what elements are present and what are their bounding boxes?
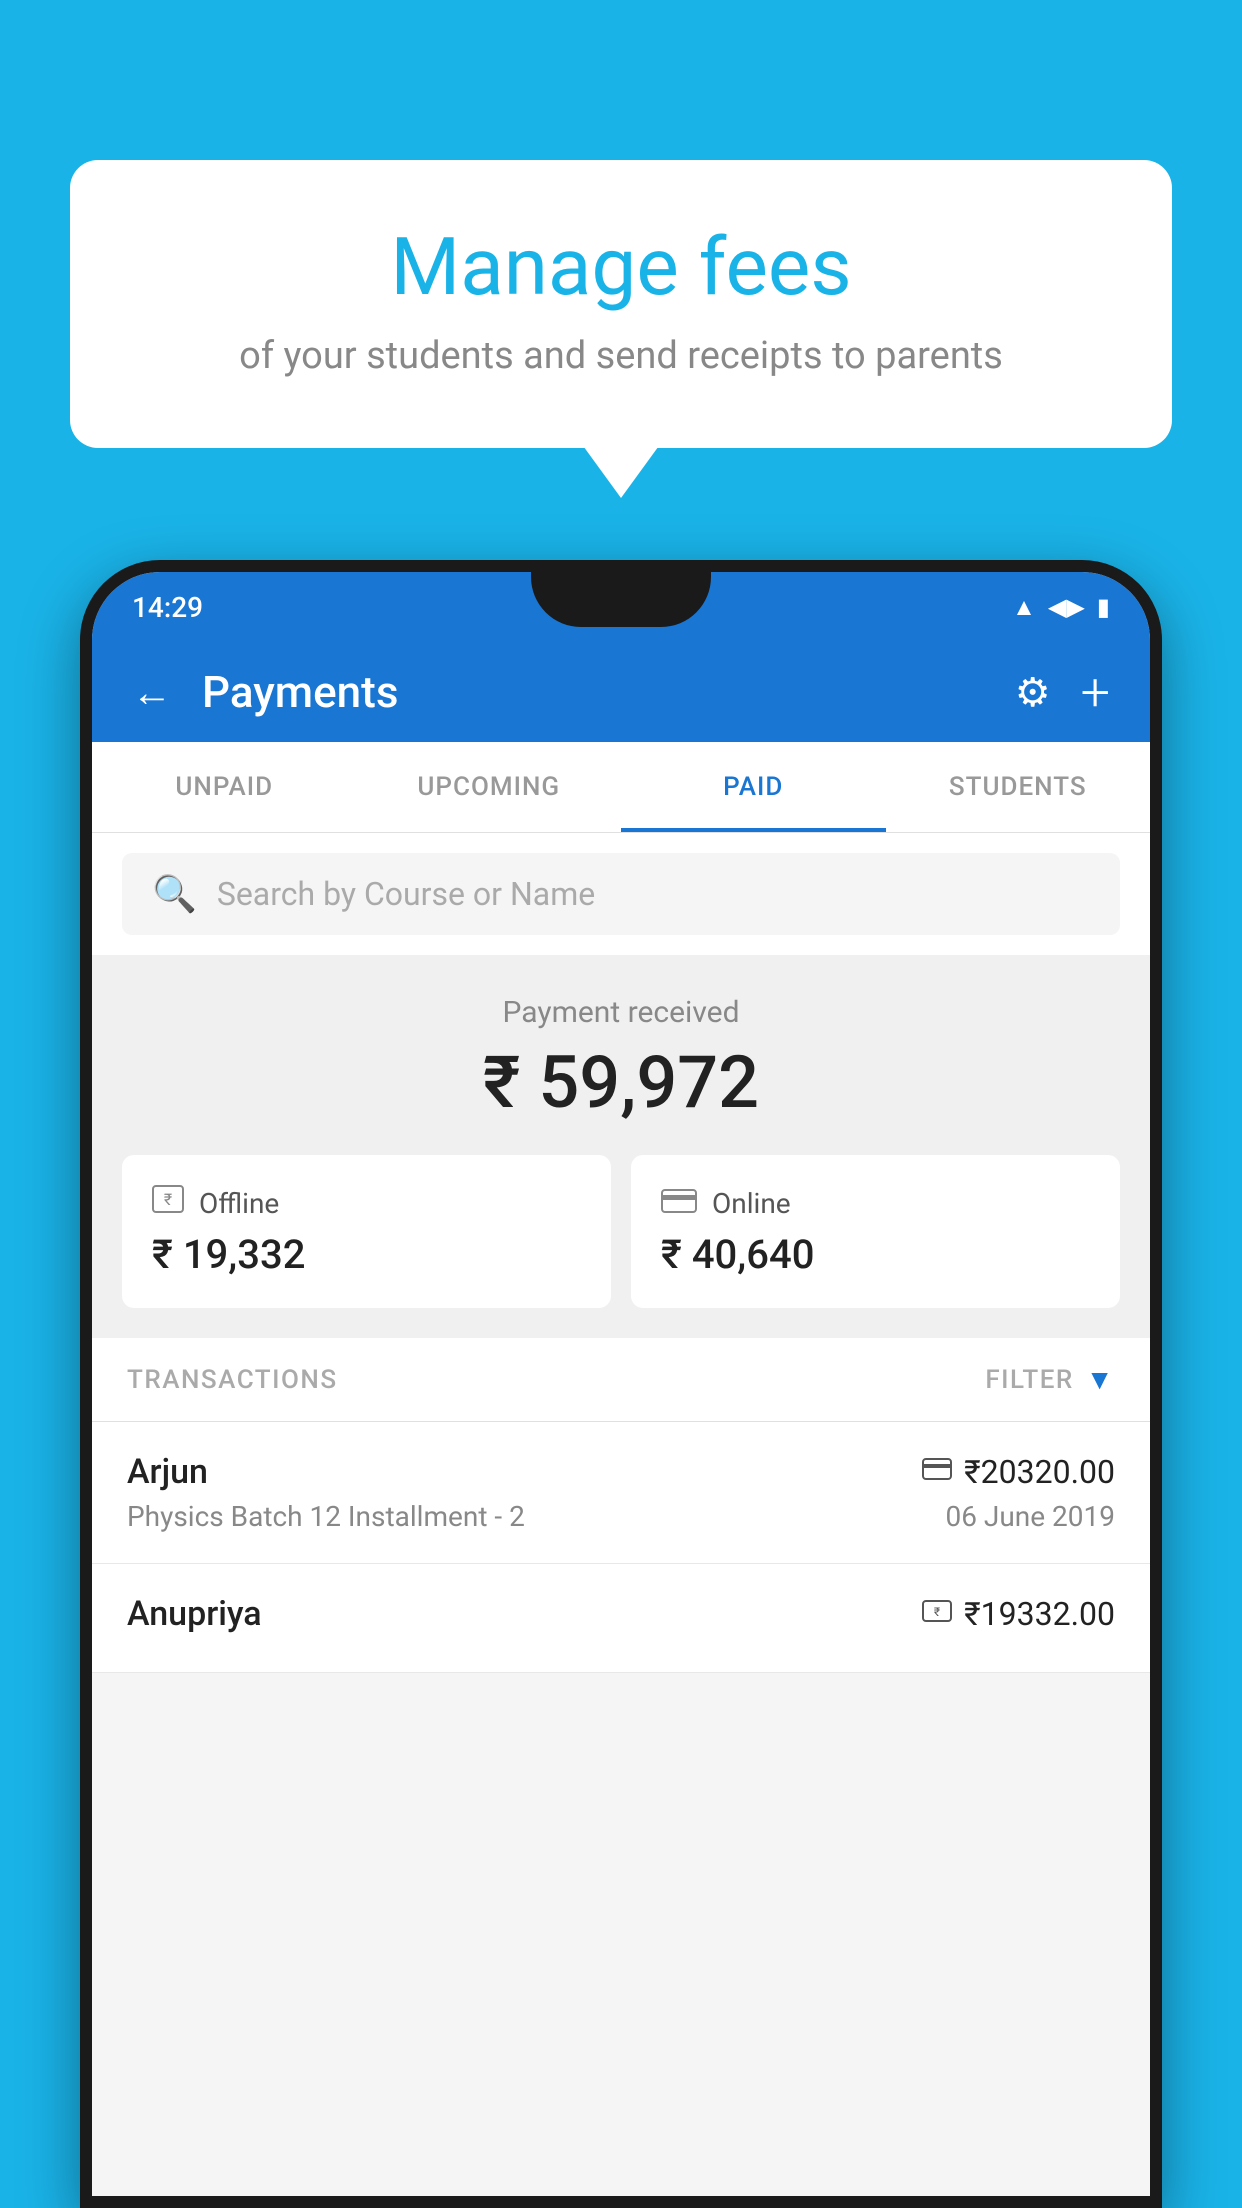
wifi-icon: ▲ (1012, 593, 1036, 622)
settings-icon[interactable]: ⚙ (1015, 669, 1051, 716)
app-bar-actions: ⚙ + (1015, 662, 1110, 723)
status-bar: 14:29 ▲ ◀▶ ▮ (92, 572, 1150, 642)
search-icon: 🔍 (152, 873, 197, 915)
transactions-label: TRANSACTIONS (127, 1365, 338, 1395)
payment-received-label: Payment received (92, 995, 1150, 1030)
phone-screen: 14:29 ▲ ◀▶ ▮ ← Payments ⚙ + UNPAID UPCOM… (92, 572, 1150, 2196)
bubble-title: Manage fees (120, 220, 1122, 314)
search-bar[interactable]: 🔍 Search by Course or Name (122, 853, 1120, 935)
signal-icon: ◀▶ (1048, 593, 1085, 621)
transaction-top-2: Anupriya ₹ ₹19332.00 (127, 1594, 1115, 1634)
status-time: 14:29 (132, 591, 203, 624)
transactions-header: TRANSACTIONS FILTER ▼ (92, 1338, 1150, 1422)
phone-frame: 14:29 ▲ ◀▶ ▮ ← Payments ⚙ + UNPAID UPCOM… (80, 560, 1162, 2208)
bubble-subtitle: of your students and send receipts to pa… (120, 334, 1122, 378)
transaction-row-2[interactable]: Anupriya ₹ ₹19332.00 (92, 1564, 1150, 1673)
payment-received-section: Payment received ₹ 59,972 (92, 955, 1150, 1155)
transaction-course-1: Physics Batch 12 Installment - 2 (127, 1500, 525, 1533)
transaction-amount-row-2: ₹ ₹19332.00 (922, 1595, 1115, 1633)
online-amount: ₹ 40,640 (661, 1231, 1090, 1278)
transaction-amount-2: ₹19332.00 (964, 1595, 1115, 1633)
transaction-date-1: 06 June 2019 (945, 1500, 1115, 1533)
transaction-amount-1: ₹20320.00 (964, 1453, 1115, 1491)
search-placeholder: Search by Course or Name (217, 875, 595, 913)
tab-paid[interactable]: PAID (621, 742, 886, 832)
battery-icon: ▮ (1097, 593, 1110, 621)
payment-mode-icon-2: ₹ (922, 1599, 952, 1629)
online-card-header: Online (661, 1185, 1090, 1221)
payment-cards-row: ₹ Offline ₹ 19,332 Online (92, 1155, 1150, 1338)
offline-card-header: ₹ Offline (152, 1185, 581, 1221)
online-icon (661, 1185, 697, 1221)
transaction-name-1: Arjun (127, 1452, 208, 1492)
status-icons: ▲ ◀▶ ▮ (1012, 593, 1110, 622)
payment-mode-icon-1 (922, 1457, 952, 1487)
offline-label: Offline (199, 1187, 279, 1220)
app-title: Payments (202, 666, 985, 718)
filter-button[interactable]: FILTER ▼ (985, 1363, 1115, 1396)
svg-text:₹: ₹ (164, 1190, 172, 1209)
online-label: Online (712, 1187, 791, 1220)
payment-received-amount: ₹ 59,972 (92, 1040, 1150, 1125)
transaction-row-1[interactable]: Arjun ₹20320.00 Physics Batch 12 Install… (92, 1422, 1150, 1564)
tabs-bar: UNPAID UPCOMING PAID STUDENTS (92, 742, 1150, 833)
back-button[interactable]: ← (132, 669, 172, 716)
filter-label: FILTER (985, 1365, 1073, 1395)
tab-unpaid[interactable]: UNPAID (92, 742, 357, 832)
speech-bubble: Manage fees of your students and send re… (70, 160, 1172, 448)
tab-students[interactable]: STUDENTS (886, 742, 1151, 832)
transaction-bottom-1: Physics Batch 12 Installment - 2 06 June… (127, 1500, 1115, 1533)
tab-upcoming[interactable]: UPCOMING (357, 742, 622, 832)
transaction-name-2: Anupriya (127, 1594, 262, 1634)
offline-amount: ₹ 19,332 (152, 1231, 581, 1278)
add-icon[interactable]: + (1081, 662, 1110, 723)
svg-text:₹: ₹ (934, 1605, 940, 1619)
offline-icon: ₹ (152, 1185, 184, 1221)
filter-icon: ▼ (1086, 1363, 1115, 1396)
app-bar: ← Payments ⚙ + (92, 642, 1150, 742)
online-payment-card: Online ₹ 40,640 (631, 1155, 1120, 1308)
transaction-top-1: Arjun ₹20320.00 (127, 1452, 1115, 1492)
search-container: 🔍 Search by Course or Name (92, 833, 1150, 955)
offline-payment-card: ₹ Offline ₹ 19,332 (122, 1155, 611, 1308)
transaction-amount-row-1: ₹20320.00 (922, 1453, 1115, 1491)
notch (531, 572, 711, 627)
